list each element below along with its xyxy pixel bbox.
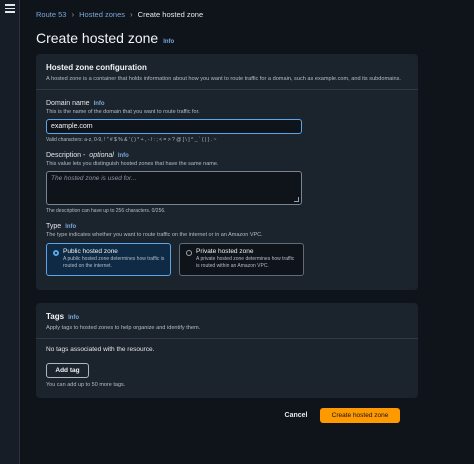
private-option-desc: A private hosted zone determines how tra… bbox=[196, 256, 295, 270]
tags-info-link[interactable]: Info bbox=[68, 315, 79, 321]
cancel-button[interactable]: Cancel bbox=[281, 408, 311, 423]
domain-info-link[interactable]: Info bbox=[94, 101, 105, 107]
type-label-text: Type bbox=[46, 223, 62, 231]
side-nav-rail bbox=[0, 0, 20, 464]
breadcrumb-current: Create hosted zone bbox=[137, 10, 204, 19]
breadcrumb-hosted-zones[interactable]: Hosted zones bbox=[79, 10, 125, 19]
public-option-desc: A public hosted zone determines how traf… bbox=[63, 256, 165, 270]
page-info-link[interactable]: Info bbox=[163, 39, 174, 45]
description-label: Description - optional Info bbox=[46, 152, 408, 159]
domain-hint: This is the name of the domain that you … bbox=[46, 109, 200, 116]
optional-tag: optional bbox=[89, 152, 114, 160]
domain-constraint: Valid characters: a-z, 0-9, ! " # $ % & … bbox=[46, 137, 217, 144]
config-description: A hosted zone is a container that holds … bbox=[46, 76, 401, 82]
type-options: Public hosted zone A public hosted zone … bbox=[46, 243, 408, 277]
resize-handle-icon[interactable] bbox=[294, 197, 299, 203]
domain-name-input[interactable]: example.com bbox=[46, 119, 302, 135]
domain-name-label-text: Domain name bbox=[46, 100, 90, 108]
config-title: Hosted zone configuration bbox=[46, 63, 408, 72]
private-option-title: Private hosted zone bbox=[196, 248, 254, 256]
no-tags-message: No tags associated with the resource. bbox=[46, 346, 155, 354]
config-title-text: Hosted zone configuration bbox=[46, 63, 147, 72]
public-hosted-zone-option[interactable]: Public hosted zone A public hosted zone … bbox=[46, 243, 171, 277]
hamburger-menu-icon[interactable] bbox=[5, 4, 15, 13]
hosted-zone-config-panel: Hosted zone configuration A hosted zone … bbox=[36, 54, 418, 290]
description-textarea[interactable]: The hosted zone is used for... bbox=[46, 171, 302, 206]
description-info-link[interactable]: Info bbox=[118, 153, 129, 159]
description-label-text: Description - bbox=[46, 152, 86, 160]
radio-selected-icon[interactable] bbox=[53, 250, 59, 257]
create-hosted-zone-button[interactable]: Create hosted zone bbox=[320, 408, 400, 423]
add-tag-button[interactable]: Add tag bbox=[46, 363, 89, 379]
tags-description: Apply tags to hosted zones to help organ… bbox=[46, 325, 201, 331]
main-content: Route 53 › Hosted zones › Create hosted … bbox=[20, 0, 474, 464]
description-hint: This value lets you distinguish hosted z… bbox=[46, 161, 219, 168]
page-title: Create hosted zone Info bbox=[36, 30, 174, 46]
type-hint: The type indicates whether you want to r… bbox=[46, 232, 263, 239]
tags-title-text: Tags bbox=[46, 312, 65, 321]
chevron-right-icon: › bbox=[130, 10, 133, 19]
description-constraint: The description can have up to 256 chara… bbox=[46, 208, 166, 215]
domain-name-label: Domain name Info bbox=[46, 100, 408, 107]
tags-title: Tags Info bbox=[46, 312, 408, 321]
private-hosted-zone-option[interactable]: Private hosted zone A private hosted zon… bbox=[179, 243, 304, 277]
chevron-right-icon: › bbox=[71, 10, 75, 19]
breadcrumb-route53[interactable]: Route 53 bbox=[36, 10, 66, 19]
page-title-text: Create hosted zone bbox=[36, 30, 159, 46]
public-option-title: Public hosted zone bbox=[63, 248, 118, 256]
type-label: Type Info bbox=[46, 223, 408, 230]
description-placeholder: The hosted zone is used for... bbox=[51, 175, 137, 183]
add-tag-hint: You can add up to 50 more tags. bbox=[46, 382, 126, 389]
radio-unselected-icon[interactable] bbox=[186, 250, 192, 257]
type-info-link[interactable]: Info bbox=[65, 224, 76, 230]
breadcrumb: Route 53 › Hosted zones › Create hosted … bbox=[36, 10, 203, 19]
tags-panel: Tags Info Apply tags to hosted zones to … bbox=[36, 303, 418, 398]
